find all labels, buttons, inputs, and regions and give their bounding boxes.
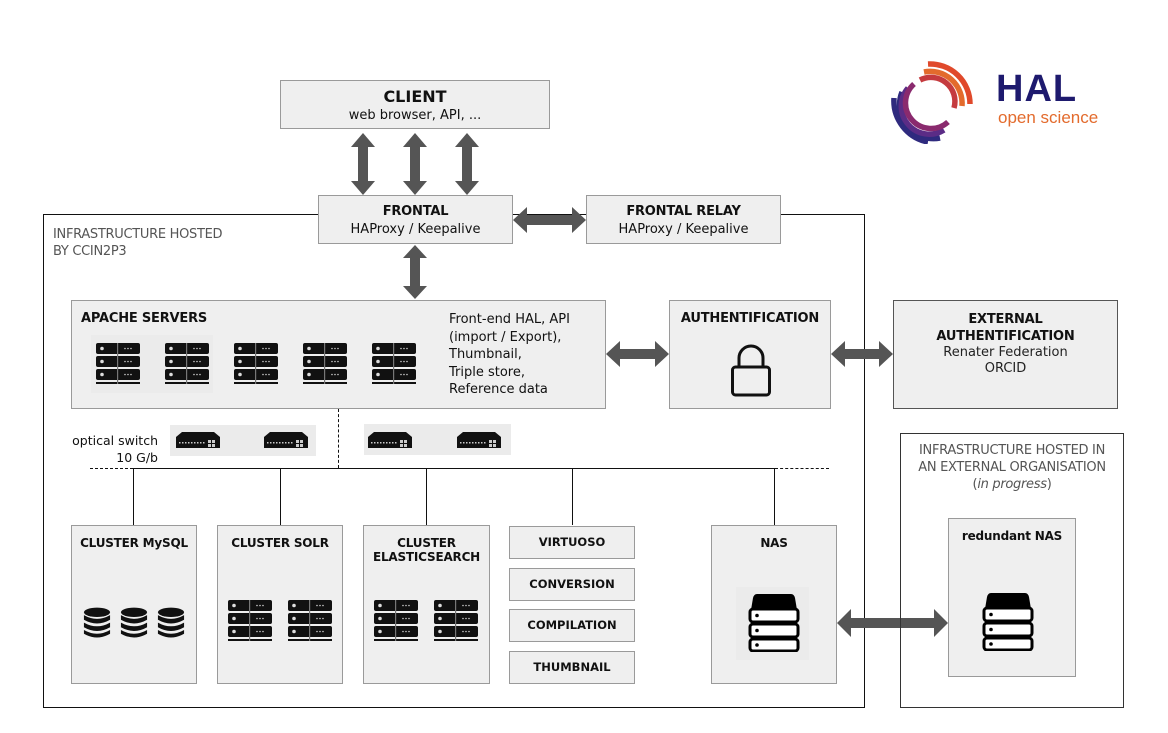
auth-external-arrow	[831, 341, 893, 367]
nas-box: NAS	[711, 525, 837, 684]
switch-divider-line	[338, 409, 339, 468]
redundant-nas-title: redundant NAS	[961, 529, 1063, 543]
frontal-apache-arrow	[403, 245, 427, 299]
service-virtuoso: VIRTUOSO	[509, 526, 635, 559]
cluster-mysql-box: CLUSTER MySQL	[71, 525, 197, 684]
frontal-relay-box: FRONTAL RELAY HAProxy / Keepalive	[586, 195, 781, 244]
relay-connector-line	[781, 214, 865, 215]
authentification-title: AUTHENTIFICATION	[680, 311, 820, 326]
cluster-elasticsearch-title-line2: ELASTICSEARCH	[372, 550, 481, 564]
client-frontal-arrow-2	[403, 133, 427, 195]
bus-drop-nas	[774, 469, 775, 525]
nas-icon	[981, 593, 1035, 651]
external-auth-provider: Renater Federation	[943, 345, 1068, 360]
server-icon	[303, 343, 347, 385]
client-box: CLIENT web browser, API, ...	[280, 80, 550, 129]
frontal-subtitle: HAProxy / Keepalive	[350, 222, 481, 237]
hal-logo-tagline: open science	[998, 108, 1099, 127]
apache-servers-title: APACHE SERVERS	[81, 311, 208, 326]
server-icon	[374, 600, 418, 642]
hal-logo-name: HAL	[996, 68, 1078, 110]
apache-auth-arrow	[606, 341, 669, 367]
network-switch-icon	[176, 432, 220, 448]
label-paren-close: )	[1046, 477, 1052, 492]
optical-switch-label-line2: 10 G/b	[116, 450, 158, 465]
apache-description-line: (import / Export),	[449, 329, 562, 345]
database-icon	[83, 607, 111, 640]
internal-infrastructure-label: INFRASTRUCTURE HOSTED BY CCIN2P3	[53, 226, 223, 260]
bus-line-dashed-right	[775, 468, 829, 469]
external-auth-title-line1: EXTERNAL	[968, 312, 1043, 327]
bus-drop-elasticsearch	[426, 469, 427, 525]
cluster-solr-box: CLUSTER SOLR	[217, 525, 343, 684]
frontal-title: FRONTAL	[382, 204, 449, 219]
network-switch-icon	[457, 432, 501, 448]
hal-logo: HAL open science	[888, 58, 1118, 144]
bus-drop-services	[572, 469, 573, 525]
network-switch-icon	[368, 432, 412, 448]
apache-servers-description: Front-end HAL, API (import / Export), Th…	[449, 311, 570, 399]
cluster-elasticsearch-title-line1: CLUSTER	[397, 536, 456, 550]
internal-infrastructure-label-line1: INFRASTRUCTURE HOSTED	[53, 227, 223, 242]
server-icon	[434, 600, 478, 642]
client-subtitle: web browser, API, ...	[348, 108, 482, 123]
service-conversion: CONVERSION	[509, 568, 635, 601]
external-infra-label-line1: INFRASTRUCTURE HOSTED IN	[918, 443, 1105, 458]
optical-switch-label-line1: optical switch	[72, 433, 158, 448]
database-icon	[120, 607, 148, 640]
external-authentification-box: EXTERNAL AUTHENTIFICATION Renater Federa…	[893, 300, 1118, 409]
network-switch-icon	[264, 432, 308, 448]
cluster-mysql-title: CLUSTER MySQL	[80, 536, 188, 550]
authentification-box: AUTHENTIFICATION	[669, 300, 831, 409]
apache-description-line: Triple store,	[449, 364, 525, 380]
lock-icon	[731, 344, 771, 397]
bus-drop-solr	[280, 469, 281, 525]
external-infra-label-line2: AN EXTERNAL ORGANISATION	[918, 460, 1106, 475]
service-thumbnail: THUMBNAIL	[509, 651, 635, 684]
cluster-elasticsearch-box: CLUSTER ELASTICSEARCH	[363, 525, 490, 684]
nas-title: NAS	[760, 536, 788, 550]
bus-line-dashed-left	[90, 468, 133, 469]
client-frontal-arrow-1	[351, 133, 375, 195]
client-frontal-arrow-3	[455, 133, 479, 195]
client-title: CLIENT	[383, 87, 447, 106]
server-icon	[288, 600, 332, 642]
frontal-relay-subtitle: HAProxy / Keepalive	[618, 222, 749, 237]
service-compilation: COMPILATION	[509, 609, 635, 642]
hal-logo-mark-icon	[891, 61, 973, 144]
frontal-box: FRONTAL HAProxy / Keepalive	[318, 195, 513, 244]
bus-line	[133, 468, 775, 469]
server-icon	[372, 343, 416, 385]
apache-description-line: Thumbnail,	[449, 347, 522, 362]
internal-infrastructure-label-line2: BY CCIN2P3	[53, 244, 127, 259]
nas-icon	[747, 594, 801, 652]
external-infrastructure-label: INFRASTRUCTURE HOSTED IN AN EXTERNAL ORG…	[900, 442, 1124, 493]
server-icon	[165, 343, 209, 385]
in-progress-label: in progress	[977, 477, 1047, 492]
frontal-relay-arrow	[513, 207, 586, 233]
apache-description-line: Reference data	[449, 382, 548, 397]
apache-servers-box: APACHE SERVERS Front-end HAL, API (impor…	[71, 300, 606, 409]
bus-drop-mysql	[133, 469, 134, 525]
external-auth-provider: ORCID	[984, 361, 1027, 376]
optical-switch-label: optical switch 10 G/b	[60, 432, 158, 466]
external-auth-title-line2: AUTHENTIFICATION	[936, 329, 1075, 344]
external-infra-label-line3: (in progress)	[900, 476, 1124, 493]
database-icon	[157, 607, 185, 640]
apache-description-line: Front-end HAL, API	[449, 312, 570, 327]
cluster-solr-title: CLUSTER SOLR	[231, 536, 329, 550]
frontal-relay-title: FRONTAL RELAY	[626, 204, 741, 219]
redundant-nas-box: redundant NAS	[948, 518, 1076, 677]
server-icon	[234, 343, 278, 385]
server-icon	[96, 343, 140, 385]
server-icon	[228, 600, 272, 642]
